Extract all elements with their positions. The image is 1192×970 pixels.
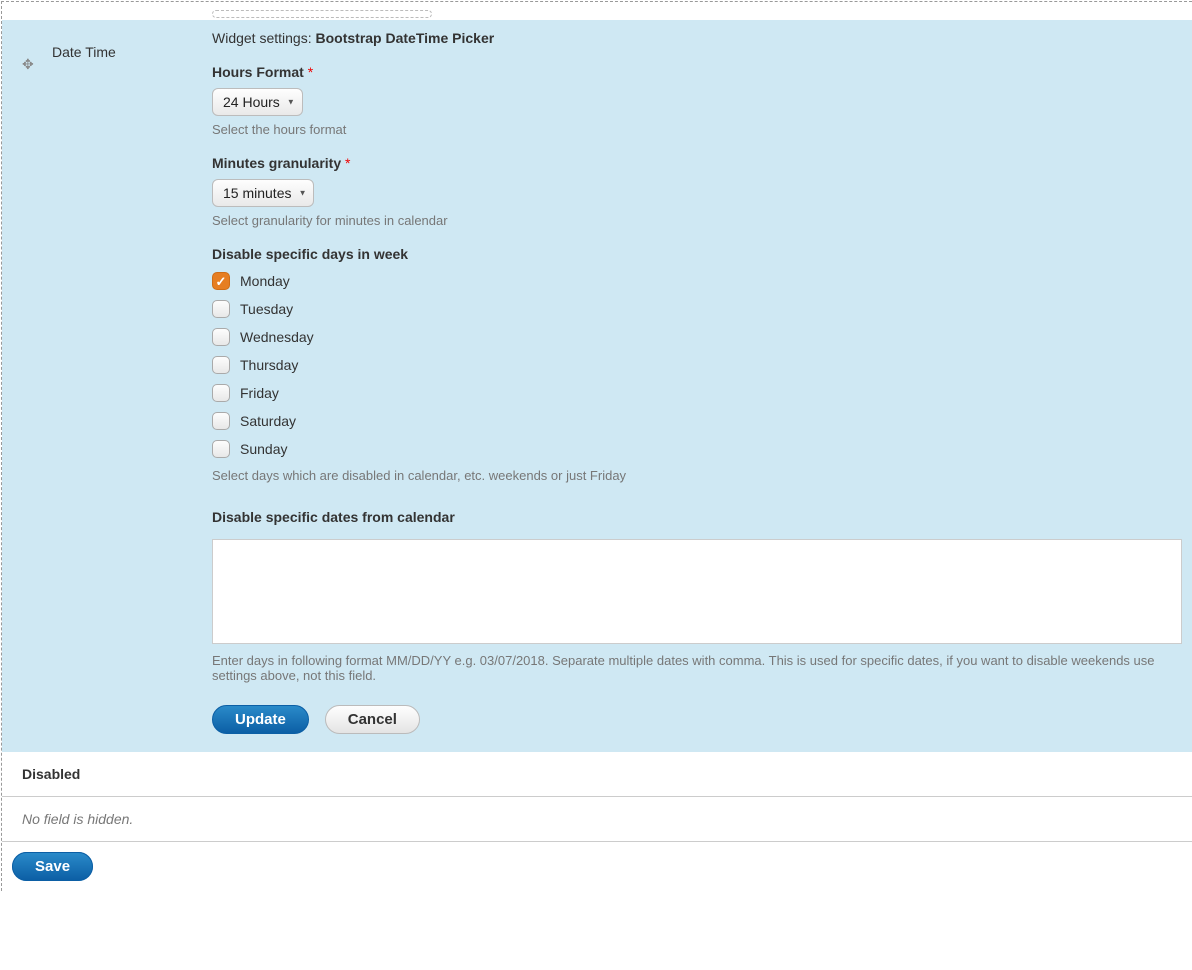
disable-days-label: Disable specific days in week — [212, 246, 1182, 262]
day-label: Wednesday — [240, 329, 314, 345]
update-button[interactable]: Update — [212, 705, 309, 734]
day-option-row: Monday — [212, 272, 1182, 290]
widget-settings-line: Widget settings: Bootstrap DateTime Pick… — [212, 30, 1182, 46]
field-name: Date Time — [52, 44, 116, 60]
day-label: Tuesday — [240, 301, 293, 317]
day-checkbox[interactable] — [212, 440, 230, 458]
save-button[interactable]: Save — [12, 852, 93, 881]
minutes-granularity-label-text: Minutes granularity — [212, 155, 341, 171]
day-option-row: Sunday — [212, 440, 1182, 458]
drag-handle-icon[interactable]: ✥ — [22, 56, 34, 73]
day-checkbox[interactable] — [212, 300, 230, 318]
minutes-granularity-label: Minutes granularity * — [212, 155, 1182, 171]
hours-format-label-text: Hours Format — [212, 64, 304, 80]
disabled-section-heading: Disabled — [2, 752, 1192, 797]
disable-dates-textarea[interactable] — [212, 539, 1182, 644]
required-marker: * — [345, 155, 350, 171]
hours-format-value: 24 Hours — [223, 94, 280, 110]
day-option-row: Thursday — [212, 356, 1182, 374]
day-checkbox[interactable] — [212, 412, 230, 430]
day-checkbox[interactable] — [212, 384, 230, 402]
disable-dates-label: Disable specific dates from calendar — [212, 509, 1182, 525]
widget-settings-prefix: Widget settings: — [212, 30, 316, 46]
disable-dates-help: Enter days in following format MM/DD/YY … — [212, 653, 1182, 683]
day-option-row: Wednesday — [212, 328, 1182, 346]
day-label: Saturday — [240, 413, 296, 429]
day-label: Monday — [240, 273, 290, 289]
hours-format-select[interactable]: 24 Hours — [212, 88, 303, 116]
day-label: Thursday — [240, 357, 298, 373]
minutes-granularity-value: 15 minutes — [223, 185, 291, 201]
day-label: Sunday — [240, 441, 287, 457]
day-checkbox[interactable] — [212, 272, 230, 290]
hours-format-help: Select the hours format — [212, 122, 1182, 137]
day-option-row: Tuesday — [212, 300, 1182, 318]
hours-format-label: Hours Format * — [212, 64, 1182, 80]
disable-days-help: Select days which are disabled in calend… — [212, 468, 1182, 483]
disabled-section-empty: No field is hidden. — [2, 797, 1192, 842]
day-option-row: Saturday — [212, 412, 1182, 430]
collapsed-select-placeholder — [212, 10, 432, 18]
minutes-granularity-select[interactable]: 15 minutes — [212, 179, 314, 207]
cancel-button[interactable]: Cancel — [325, 705, 420, 734]
widget-settings-panel: ✥ Date Time Widget settings: Bootstrap D… — [2, 20, 1192, 752]
day-label: Friday — [240, 385, 279, 401]
day-option-row: Friday — [212, 384, 1182, 402]
day-checkbox[interactable] — [212, 356, 230, 374]
required-marker: * — [308, 64, 313, 80]
day-checkbox[interactable] — [212, 328, 230, 346]
widget-name: Bootstrap DateTime Picker — [316, 30, 495, 46]
minutes-granularity-help: Select granularity for minutes in calend… — [212, 213, 1182, 228]
